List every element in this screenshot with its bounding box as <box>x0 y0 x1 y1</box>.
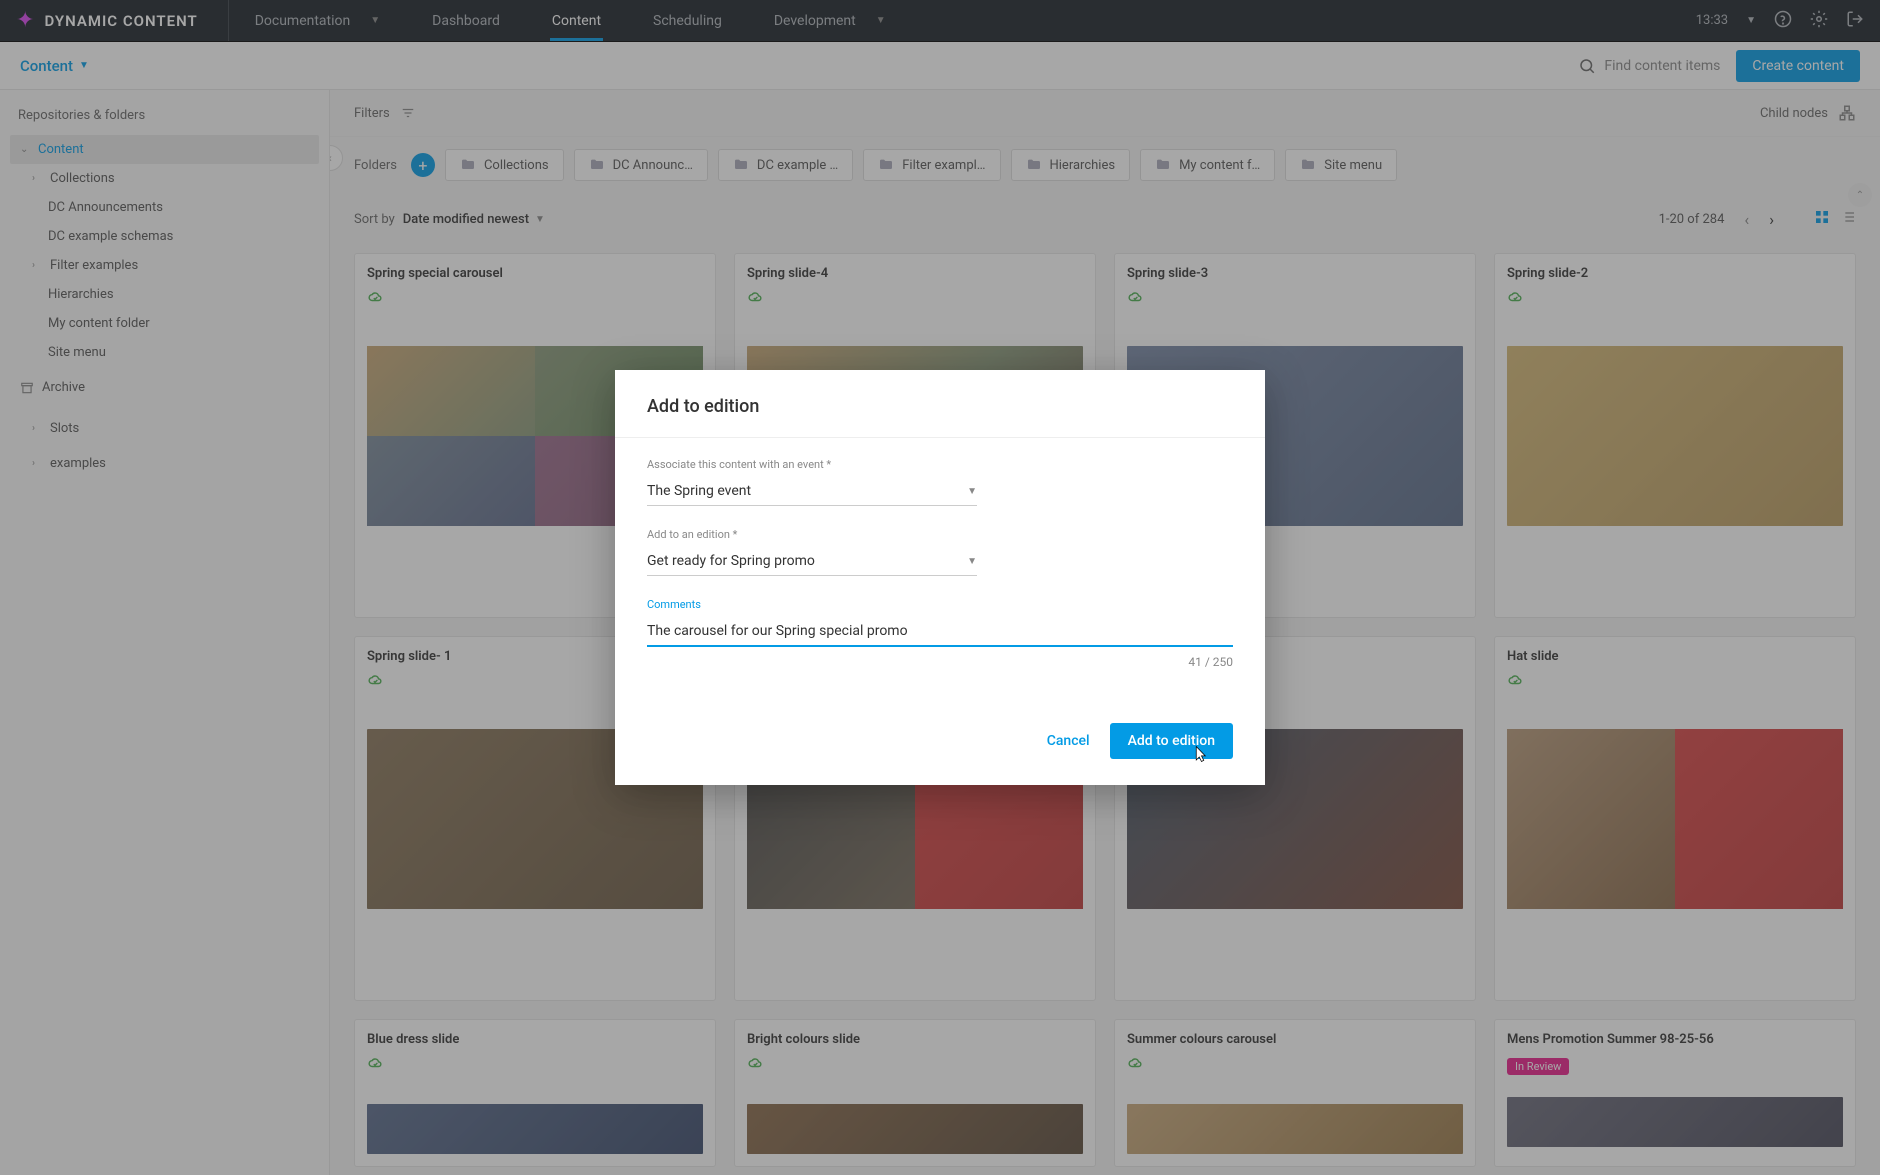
event-select-value: The Spring event <box>647 483 751 499</box>
edition-field-label: Add to an edition * <box>647 528 1233 541</box>
edition-select-value: Get ready for Spring promo <box>647 553 815 569</box>
cancel-button[interactable]: Cancel <box>1047 733 1090 749</box>
comments-input[interactable] <box>647 617 1233 647</box>
add-to-edition-modal: Add to edition Associate this content wi… <box>615 370 1265 785</box>
chevron-down-icon: ▼ <box>967 486 977 497</box>
comments-field-label: Comments <box>647 598 1233 611</box>
add-to-edition-button[interactable]: Add to edition <box>1110 723 1233 759</box>
chevron-down-icon: ▼ <box>967 556 977 567</box>
cursor-icon <box>1191 743 1209 769</box>
event-field-label: Associate this content with an event * <box>647 458 1233 471</box>
event-select[interactable]: The Spring event ▼ <box>647 477 977 506</box>
modal-overlay: Add to edition Associate this content wi… <box>0 0 1880 1175</box>
modal-title: Add to edition <box>615 370 1265 438</box>
char-count: 41 / 250 <box>647 655 1233 669</box>
edition-select[interactable]: Get ready for Spring promo ▼ <box>647 547 977 576</box>
